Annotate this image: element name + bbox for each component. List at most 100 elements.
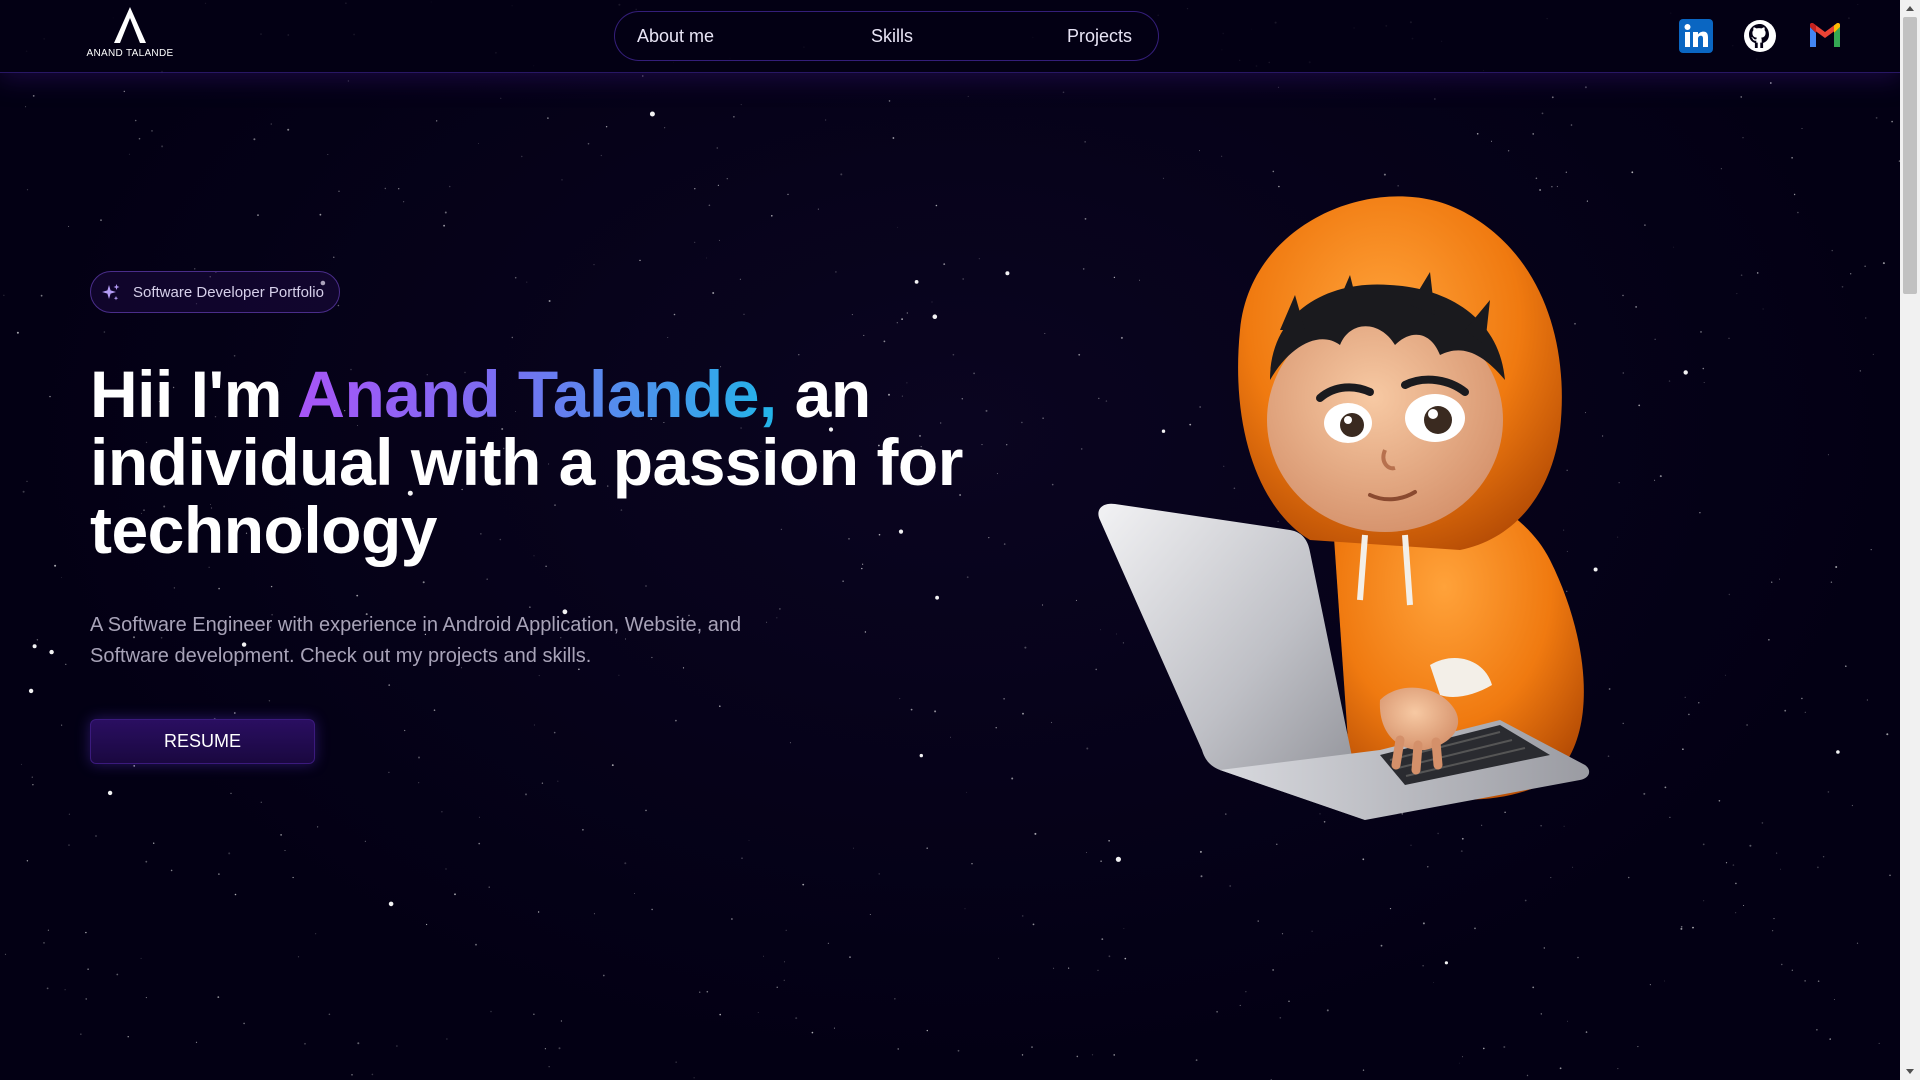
nav-about-me[interactable]: About me [637, 26, 714, 47]
star [634, 893, 635, 894]
star [712, 292, 715, 294]
star [1032, 923, 1035, 926]
star [26, 860, 29, 862]
star [173, 587, 176, 589]
star [1769, 82, 1772, 84]
star [1422, 965, 1424, 967]
star [1740, 96, 1742, 98]
star [1700, 331, 1702, 333]
star [65, 663, 67, 665]
hero-headline: Hii I'm Anand Talande, an individual wit… [90, 360, 970, 564]
star [1762, 308, 1764, 310]
star [356, 594, 359, 597]
github-icon[interactable] [1742, 18, 1778, 54]
star [1041, 604, 1044, 606]
star [1865, 317, 1867, 319]
star [1637, 1046, 1639, 1048]
scrollbar-thumb[interactable] [1903, 17, 1917, 294]
star [151, 130, 153, 132]
star [404, 729, 406, 732]
star [1011, 777, 1014, 780]
hero-description: A Software Engineer with experience in A… [90, 614, 742, 667]
star [61, 577, 62, 578]
star [1878, 1042, 1880, 1044]
star [1427, 866, 1429, 868]
star [897, 226, 899, 228]
star [32, 95, 35, 97]
star [817, 208, 819, 210]
star [545, 565, 547, 567]
gmail-icon[interactable] [1807, 18, 1843, 54]
star [1199, 850, 1202, 853]
star [1891, 120, 1893, 123]
star [1827, 791, 1830, 793]
star [1221, 155, 1223, 157]
nav-pill: About me Skills Projects [614, 11, 1159, 61]
star [388, 771, 390, 774]
star [304, 1042, 306, 1045]
star [618, 674, 620, 676]
star [785, 929, 787, 931]
star [1702, 367, 1705, 370]
star [798, 354, 800, 356]
star [444, 211, 447, 214]
star [919, 753, 923, 758]
star [926, 847, 928, 849]
star [1817, 866, 1819, 869]
star [1836, 750, 1840, 754]
star [525, 793, 527, 796]
resume-button[interactable]: RESUME [90, 719, 315, 764]
star [195, 1041, 198, 1043]
star [1779, 578, 1780, 580]
star [1021, 1054, 1024, 1056]
star [1462, 1056, 1463, 1058]
star [1728, 593, 1731, 596]
star [1483, 1047, 1485, 1050]
star [864, 631, 867, 633]
star [140, 957, 142, 959]
star [1682, 748, 1684, 750]
star [333, 256, 335, 258]
star [1474, 927, 1476, 930]
star [1491, 140, 1492, 142]
star [840, 173, 843, 176]
star [675, 1061, 677, 1063]
linkedin-icon[interactable] [1678, 18, 1714, 54]
scroll-down-arrow-icon[interactable] [1900, 1063, 1920, 1080]
star [418, 756, 420, 759]
star [789, 742, 791, 744]
star [1664, 786, 1667, 789]
nav-skills[interactable]: Skills [871, 26, 913, 47]
star [1362, 858, 1365, 861]
star [1068, 967, 1070, 969]
star [328, 1013, 331, 1016]
star [1791, 969, 1793, 971]
star [153, 842, 155, 844]
star [1831, 249, 1833, 252]
star [1804, 980, 1806, 982]
star [1859, 370, 1862, 372]
star [22, 490, 25, 493]
star [270, 123, 273, 125]
page-scrollbar[interactable] [1900, 0, 1920, 1080]
star [1460, 850, 1463, 852]
nav-projects[interactable]: Projects [1067, 26, 1132, 47]
star [317, 826, 319, 828]
top-navbar: ANAND TALANDE About me Skills Projects [0, 0, 1900, 73]
star [1021, 421, 1023, 424]
headline-name: Anand Talande, [297, 357, 777, 431]
star [1572, 866, 1574, 868]
star [1076, 1055, 1079, 1058]
star [49, 395, 51, 398]
star [1684, 696, 1686, 698]
star [357, 1042, 360, 1045]
star [1780, 868, 1781, 870]
star [337, 304, 340, 307]
star [649, 111, 655, 117]
site-logo[interactable]: ANAND TALANDE [84, 6, 176, 66]
star [1050, 721, 1053, 724]
logo-text: ANAND TALANDE [86, 48, 174, 59]
scroll-up-arrow-icon[interactable] [1900, 0, 1920, 17]
star [396, 1045, 398, 1047]
star [675, 719, 677, 722]
